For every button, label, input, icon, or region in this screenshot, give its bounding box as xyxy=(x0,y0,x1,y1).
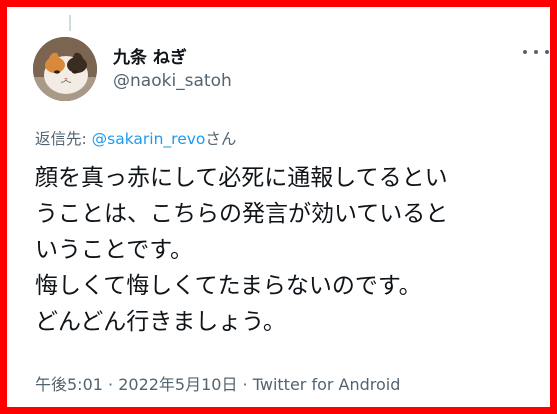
tweet-metadata: 午後5:01 · 2022年5月10日 · Twitter for Androi… xyxy=(35,371,400,395)
more-horizontal-icon[interactable] xyxy=(523,43,549,61)
tweet-text: 顔を真っ赤にして必死に通報してるとい うことは、こちらの発言が効いていると いう… xyxy=(35,160,545,340)
meta-separator: · xyxy=(102,375,119,394)
tweet-source-link[interactable]: Twitter for Android xyxy=(253,375,401,394)
tweet-time-link[interactable]: 午後5:01 xyxy=(35,375,103,394)
meta-separator: · xyxy=(237,375,253,394)
tweet-line: うことは、こちらの発言が効いていると xyxy=(35,201,449,227)
reply-prefix: 返信先: xyxy=(35,130,92,148)
reply-context: 返信先: @sakarin_revoさん xyxy=(35,127,236,149)
tweet-card: 九条 ねぎ @naoki_satoh 返信先: @sakarin_revoさん … xyxy=(0,0,557,414)
tweet-date-link[interactable]: 2022年5月10日 xyxy=(118,375,237,394)
tweet-line: 悔しくて悔しくてたまらないのです。 xyxy=(35,273,422,299)
dot xyxy=(534,50,538,54)
author-display-name[interactable]: 九条 ねぎ xyxy=(113,43,187,68)
dot xyxy=(523,50,527,54)
author-handle[interactable]: @naoki_satoh xyxy=(113,71,232,91)
tweet-line: いうことです。 xyxy=(35,237,194,263)
reply-suffix: さん xyxy=(205,130,237,148)
reply-mention-link[interactable]: @sakarin_revo xyxy=(92,130,206,148)
avatar[interactable] xyxy=(33,37,97,101)
tweet-line: 顔を真っ赤にして必死に通報してるとい xyxy=(35,165,448,191)
tweet-line: どんどん行きましょう。 xyxy=(35,309,286,335)
thread-connector-line xyxy=(69,15,71,31)
cat-avatar-image xyxy=(33,37,97,101)
dot xyxy=(545,50,549,54)
